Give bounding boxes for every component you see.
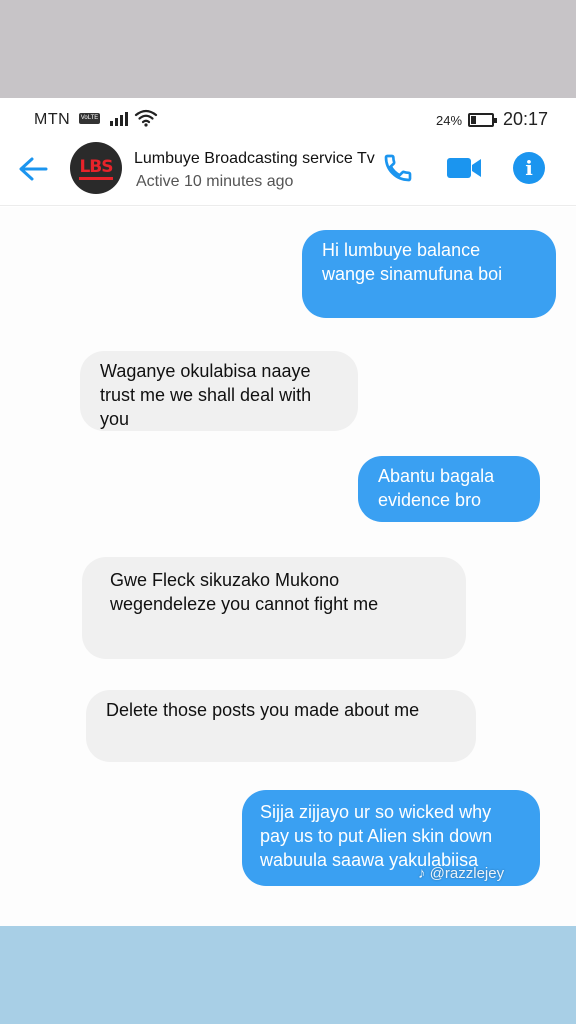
contact-avatar[interactable]: LBS <box>70 142 122 194</box>
message-bubble-outgoing[interactable]: Hi lumbuye balance wange sinamufuna boi <box>302 230 556 318</box>
video-call-button[interactable] <box>444 148 484 188</box>
tiktok-watermark: ♪ @razzlejey <box>418 865 505 882</box>
bottom-letterbox-band <box>0 926 576 1024</box>
video-camera-icon <box>447 158 481 178</box>
back-button[interactable] <box>16 152 50 186</box>
avatar-logo: LBS <box>79 157 113 177</box>
clock: 20:17 <box>503 109 549 129</box>
message-thread: Hi lumbuye balance wange sinamufuna boi … <box>0 207 576 926</box>
messenger-screen: MTN VoLTE 24% 20:17 LBS Lumbuye Broadcas… <box>0 98 576 926</box>
carrier-label: MTN <box>34 111 71 128</box>
wifi-icon <box>134 109 158 127</box>
top-letterbox-band <box>0 0 576 98</box>
info-icon: i <box>513 152 545 184</box>
battery-icon <box>468 113 497 127</box>
back-arrow-icon <box>19 157 48 181</box>
message-bubble-incoming[interactable]: Waganye okulabisa naaye trust me we shal… <box>80 351 358 431</box>
avatar-logo-bar <box>79 177 113 180</box>
phone-icon <box>384 154 412 182</box>
message-bubble-outgoing[interactable]: Abantu bagala evidence bro <box>358 456 540 522</box>
contact-active-status: Active 10 minutes ago <box>136 173 294 190</box>
message-bubble-incoming[interactable]: Delete those posts you made about me <box>86 690 476 762</box>
signal-icon <box>110 112 130 126</box>
conversation-header: LBS Lumbuye Broadcasting service Tv Acti… <box>0 140 576 206</box>
message-bubble-incoming[interactable]: Gwe Fleck sikuzako Mukono wegendeleze yo… <box>82 557 466 659</box>
battery-percent: 24% <box>436 113 463 128</box>
conversation-info-button[interactable]: i <box>509 148 549 188</box>
status-bar: MTN VoLTE 24% 20:17 <box>0 98 576 140</box>
volte-badge: VoLTE <box>79 113 100 124</box>
voice-call-button[interactable] <box>378 148 418 188</box>
contact-name[interactable]: Lumbuye Broadcasting service Tv <box>134 150 375 168</box>
